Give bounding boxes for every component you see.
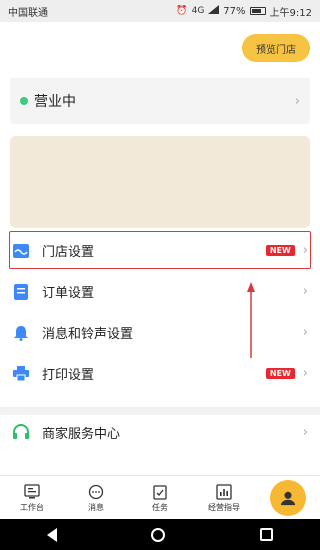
annotation-arrow	[247, 282, 255, 358]
store-icon	[12, 242, 30, 260]
menu-item-label: 打印设置	[42, 368, 95, 383]
menu-item-label: 消息和铃声设置	[42, 327, 134, 342]
home-icon[interactable]	[151, 527, 166, 542]
chevron-right-icon: ›	[302, 424, 308, 440]
tab-label: 消息	[88, 502, 104, 512]
chevron-right-icon: ›	[302, 366, 308, 381]
status-dot	[20, 97, 28, 105]
signal-icon	[208, 5, 220, 17]
task-icon	[153, 484, 167, 500]
menu-item-label: 门店设置	[42, 245, 95, 260]
avatar	[270, 480, 306, 516]
back-icon[interactable]	[47, 527, 58, 542]
chevron-right-icon: ›	[302, 284, 308, 299]
shop-status-label: 营业中	[34, 94, 76, 110]
menu-item-label: 商家服务中心	[42, 426, 121, 442]
system-nav-bar	[0, 519, 320, 550]
signal-label: 4G	[191, 6, 205, 16]
status-right: ⏰ 4G 77% 上午9:12	[176, 4, 312, 19]
menu-item-service-center[interactable]: 商家服务中心 ›	[0, 407, 320, 449]
settings-menu: 门店设置 NEW › 订单设置 › 消息和铃声设置 › 打印设置 NEW ›	[0, 230, 320, 394]
workbench-icon	[24, 483, 40, 498]
tab-label: 工作台	[20, 502, 44, 512]
recent-apps-icon[interactable]	[259, 528, 273, 541]
tab-profile[interactable]	[256, 476, 320, 520]
menu-item-order-settings[interactable]: 订单设置 ›	[0, 271, 320, 312]
alarm-icon: ⏰	[176, 6, 188, 16]
banner-placeholder	[10, 136, 310, 228]
tab-business-guide[interactable]: 经营指导	[192, 476, 256, 520]
menu-item-message-settings[interactable]: 消息和铃声设置 ›	[0, 312, 320, 353]
battery-icon	[249, 7, 266, 15]
battery-percent: 77%	[223, 5, 246, 17]
printer-icon	[12, 365, 30, 383]
order-icon	[12, 283, 30, 301]
chevron-right-icon: ›	[294, 93, 300, 109]
chevron-right-icon: ›	[302, 243, 308, 258]
carrier-name: 中国联通	[8, 7, 48, 19]
menu-item-store-settings[interactable]: 门店设置 NEW ›	[0, 230, 320, 271]
tab-message[interactable]: 消息	[64, 476, 128, 520]
chevron-right-icon: ›	[302, 325, 308, 340]
new-badge: NEW	[265, 245, 295, 256]
tab-label: 经营指导	[208, 502, 240, 512]
clock: 上午9:12	[269, 7, 312, 19]
tab-workbench[interactable]: 工作台	[0, 476, 64, 520]
user-icon	[280, 491, 296, 506]
tab-task[interactable]: 任务	[128, 476, 192, 520]
shop-status-card[interactable]: 营业中 ›	[10, 78, 310, 124]
message-icon	[88, 484, 104, 499]
headset-icon	[12, 423, 30, 441]
new-badge: NEW	[265, 368, 295, 379]
menu-item-print-settings[interactable]: 打印设置 NEW ›	[0, 353, 320, 394]
bell-icon	[12, 324, 30, 342]
chart-icon	[216, 483, 232, 500]
tab-label: 任务	[152, 502, 168, 512]
status-bar: 中国联通 ⏰ 4G 77% 上午9:12	[0, 0, 320, 22]
bottom-tab-bar: 工作台 消息 任务 经营指导	[0, 475, 320, 519]
menu-item-label: 订单设置	[42, 286, 95, 301]
preview-store-button[interactable]: 预览门店	[242, 34, 310, 62]
